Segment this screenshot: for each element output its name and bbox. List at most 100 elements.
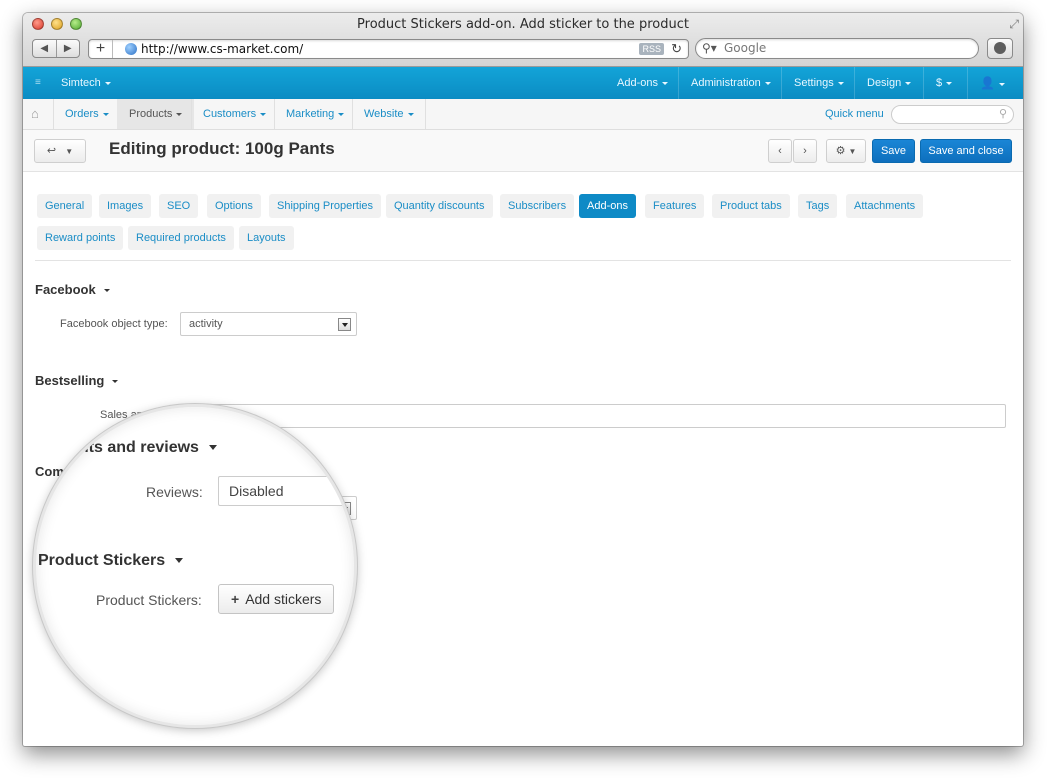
chevron-down-icon — [764, 81, 771, 85]
address-bar[interactable]: + http://www.cs-market.com/ RSS ↻ — [88, 39, 689, 59]
brand-menu[interactable]: Simtech — [61, 67, 111, 99]
bestselling-section-title[interactable]: Bestselling — [35, 373, 119, 388]
admin-top-bar: ≡ Simtech Add-ons Administration Setting… — [23, 67, 1023, 99]
tab-required-products[interactable]: Required products — [128, 226, 234, 250]
reviews-select[interactable]: Disabled — [218, 476, 354, 506]
nav-orders-label: Orders — [65, 108, 99, 120]
page-title: Editing product: 100g Pants — [109, 139, 335, 158]
window-title: Product Stickers add-on. Add sticker to … — [357, 17, 689, 32]
design-menu[interactable]: Design — [867, 67, 912, 99]
rss-badge[interactable]: RSS — [639, 43, 664, 55]
tab-options[interactable]: Options — [207, 194, 261, 218]
facebook-object-type-label: Facebook object type: — [60, 318, 168, 330]
add-stickers-label: Add stickers — [245, 591, 322, 607]
tab-attachments[interactable]: Attachments — [846, 194, 924, 218]
comments-and-reviews-title[interactable]: ents and reviews — [70, 439, 217, 457]
nav-marketing-label: Marketing — [286, 108, 335, 120]
chevron-down-icon — [407, 112, 414, 116]
tab-layouts[interactable]: Layouts — [239, 226, 294, 250]
administration-menu-label: Administration — [691, 77, 761, 89]
chevron-down-icon — [176, 112, 183, 116]
addons-menu[interactable]: Add-ons — [617, 67, 668, 99]
tab-tags[interactable]: Tags — [798, 194, 838, 218]
search-icon: ⚲ — [998, 108, 1007, 120]
save-button[interactable]: Save — [872, 139, 915, 163]
addons-menu-label: Add-ons — [617, 77, 658, 89]
nav-products[interactable]: Products — [117, 99, 195, 129]
previous-product-button[interactable]: ‹ — [768, 139, 792, 163]
product-stickers-label: Product Stickers: — [96, 592, 202, 608]
nav-website-label: Website — [364, 108, 404, 120]
tab-general[interactable]: General — [37, 194, 93, 218]
chevron-down-icon — [338, 318, 351, 331]
user-menu[interactable]: 👤 — [980, 67, 1005, 99]
chevron-down-icon — [338, 112, 345, 116]
nav-customers[interactable]: Customers — [191, 99, 278, 129]
product-stickers-title-text: Product Stickers — [38, 552, 166, 569]
facebook-section-title[interactable]: Facebook — [35, 282, 110, 297]
chevron-down-icon — [661, 81, 668, 85]
tab-subscribers[interactable]: Subscribers — [500, 194, 575, 218]
reload-icon[interactable]: ↻ — [671, 41, 682, 57]
chevron-down-icon — [208, 445, 217, 451]
quick-menu-link[interactable]: Quick menu — [825, 99, 884, 129]
facebook-object-type-select[interactable]: activity — [180, 312, 357, 336]
add-stickers-button[interactable]: + Add stickers — [218, 584, 335, 614]
user-icon: 👤 — [980, 76, 995, 90]
tab-features[interactable]: Features — [645, 194, 705, 218]
history-buttons: ◀ ▶ — [32, 39, 80, 58]
currency-menu-label: $ — [936, 77, 943, 89]
browser-window: Product Stickers add-on. Add sticker to … — [23, 13, 1023, 746]
chevron-down-icon — [905, 81, 912, 85]
quick-search-input[interactable]: ⚲ — [891, 105, 1014, 124]
sales-amount-input[interactable] — [180, 404, 1006, 428]
settings-menu-label: Settings — [794, 77, 834, 89]
currency-menu[interactable]: $ — [936, 67, 953, 99]
search-placeholder: Google — [724, 41, 767, 55]
settings-dropdown-button[interactable]: ⚙ ▼ — [826, 139, 866, 163]
url-text[interactable]: http://www.cs-market.com/ — [141, 42, 303, 56]
tab-quantity-discounts[interactable]: Quantity discounts — [386, 194, 493, 218]
back-button[interactable]: ↩ ▼ — [34, 139, 86, 163]
chevron-right-icon: › — [803, 145, 807, 157]
chevron-down-icon — [112, 380, 119, 384]
add-bookmark-icon[interactable]: + — [89, 40, 113, 58]
chevron-down-icon: ▼ — [848, 147, 857, 156]
chevron-down-icon — [102, 112, 109, 116]
downloads-button[interactable] — [987, 38, 1013, 59]
tab-reward-points[interactable]: Reward points — [37, 226, 124, 250]
page-header: ↩ ▼ Editing product: 100g Pants ‹ › ⚙ ▼ … — [23, 130, 1023, 172]
magnifier-lens: ents and reviews Reviews: Disabled Produ… — [33, 404, 357, 728]
fullscreen-icon[interactable]: ⤢ — [1009, 17, 1019, 32]
browser-search-input[interactable]: ⚲▾ Google — [695, 38, 979, 59]
chevron-down-icon: ▼ — [65, 147, 74, 156]
tab-product-tabs[interactable]: Product tabs — [712, 194, 790, 218]
next-product-button[interactable]: › — [793, 139, 817, 163]
tab-shipping-properties[interactable]: Shipping Properties — [269, 194, 382, 218]
nav-website[interactable]: Website — [352, 99, 426, 129]
chevron-down-icon — [104, 81, 111, 85]
home-icon[interactable]: ⌂ — [31, 99, 39, 129]
chevron-down-icon — [998, 82, 1005, 86]
nav-orders[interactable]: Orders — [53, 99, 121, 129]
product-stickers-title[interactable]: Product Stickers — [38, 552, 184, 570]
administration-menu[interactable]: Administration — [691, 67, 771, 99]
save-and-close-button[interactable]: Save and close — [920, 139, 1012, 163]
tab-add-ons[interactable]: Add-ons — [579, 194, 636, 218]
main-navigation: ⌂ Orders Products Customers Marketing We… — [23, 99, 1023, 130]
settings-menu[interactable]: Settings — [794, 67, 844, 99]
menu-icon[interactable]: ≡ — [35, 67, 41, 99]
back-arrow-icon[interactable]: ◀ — [33, 40, 56, 57]
forward-arrow-icon[interactable]: ▶ — [55, 40, 80, 57]
tab-seo[interactable]: SEO — [159, 194, 199, 218]
search-icon: ⚲▾ — [702, 41, 717, 55]
facebook-object-type-value: activity — [189, 318, 223, 330]
tab-images[interactable]: Images — [99, 194, 152, 218]
brand-label: Simtech — [61, 77, 101, 89]
comments-and-reviews-title-text: ents and reviews — [70, 439, 199, 456]
back-arrow-icon: ↩ — [46, 145, 57, 157]
nav-marketing[interactable]: Marketing — [274, 99, 356, 129]
bestselling-title-text: Bestselling — [35, 373, 105, 388]
nav-products-label: Products — [129, 108, 173, 120]
plus-icon: + — [231, 591, 240, 607]
